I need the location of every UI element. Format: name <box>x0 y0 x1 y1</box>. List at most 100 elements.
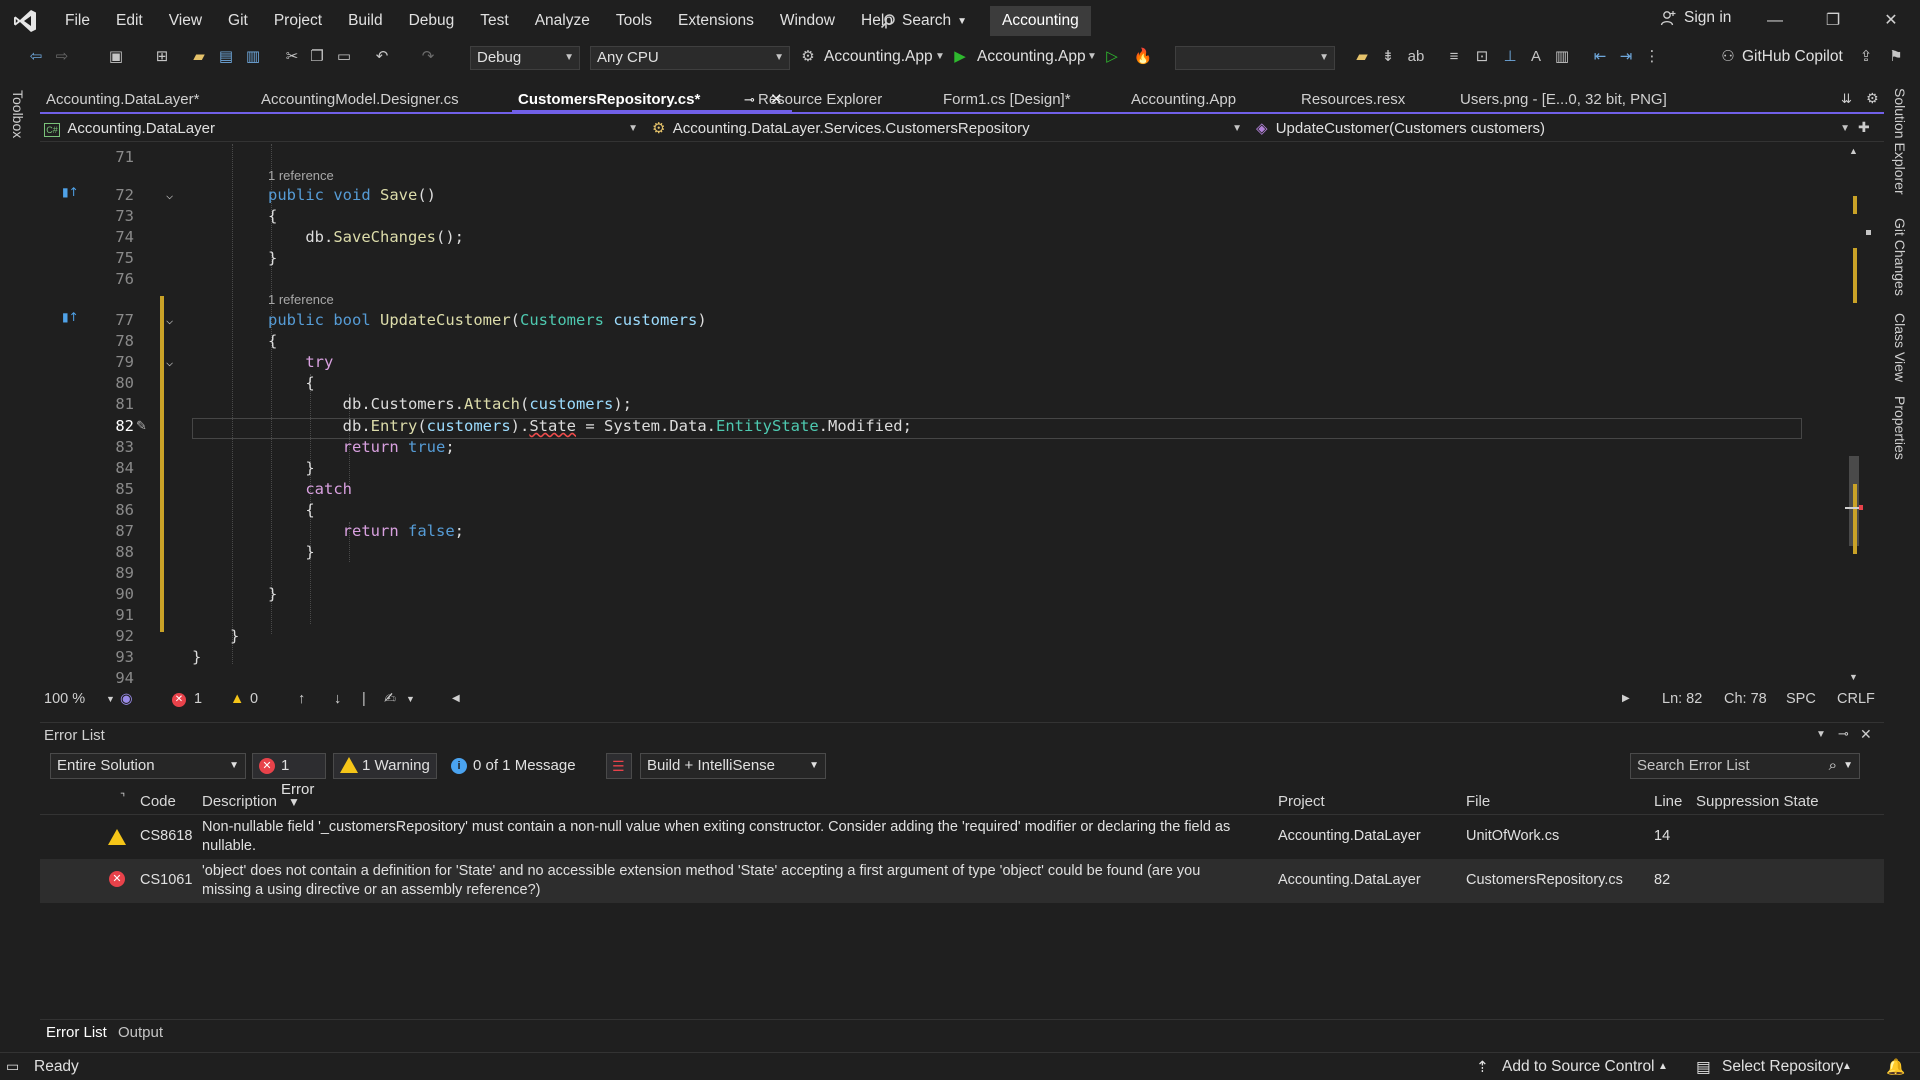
codelens-references[interactable]: 1 reference <box>268 167 334 185</box>
chevron-down-icon[interactable]: ▼ <box>930 47 950 67</box>
menu-build[interactable]: Build <box>335 0 395 42</box>
column-icon[interactable]: ▥ <box>1552 47 1572 67</box>
chevron-down-icon[interactable]: ⌵ <box>166 185 173 206</box>
chevron-down-icon[interactable]: ⌵ <box>166 310 173 331</box>
column-header-suppression[interactable]: Suppression State <box>1696 789 1819 815</box>
sign-in-button[interactable]: Sign in <box>1660 9 1731 27</box>
tab-overflow-icon[interactable]: ⇊ <box>1841 91 1852 107</box>
search-button[interactable]: Search ▼ <box>880 9 967 33</box>
menu-extensions[interactable]: Extensions <box>665 0 767 42</box>
member-select[interactable]: ◈ UpdateCustomer(Customers customers) ▼ <box>1256 118 1856 140</box>
font-size-icon[interactable]: A <box>1526 47 1546 67</box>
tab-class-view[interactable]: Class View <box>1892 313 1908 382</box>
filter-toggle-button[interactable]: ☰ <box>606 753 632 779</box>
quick-actions-icon[interactable]: ✎ <box>136 416 147 437</box>
paste-icon[interactable]: ▭ <box>334 47 354 67</box>
zoom-select[interactable]: 100 % <box>44 691 85 707</box>
copy-icon[interactable]: ❐ <box>307 47 327 67</box>
add-item-icon[interactable]: ⊞ <box>152 47 172 67</box>
column-header-project[interactable]: Project <box>1278 789 1325 815</box>
configuration-select[interactable]: Debug ▼ <box>470 46 580 70</box>
feedback-icon[interactable]: ⚑ <box>1886 47 1906 67</box>
tab-properties[interactable]: Properties <box>1892 396 1908 460</box>
more-icon[interactable]: ⋮ <box>1642 47 1662 67</box>
chevron-down-icon[interactable]: ▼ <box>106 694 115 704</box>
tab-accounting-app[interactable]: Accounting.App <box>1125 88 1295 112</box>
start-debugging-icon[interactable]: ▶ <box>950 47 970 67</box>
scroll-right-icon[interactable]: ▶ <box>1622 693 1630 704</box>
menu-file[interactable]: File <box>52 0 103 42</box>
line-ending-indicator[interactable]: CRLF <box>1837 691 1875 707</box>
back-icon[interactable]: ⇦ <box>26 47 46 67</box>
warnings-filter-button[interactable]: 1 Warning <box>333 753 437 779</box>
tab-resources-resx[interactable]: Resources.resx <box>1295 88 1465 112</box>
error-count[interactable]: 1 <box>194 691 202 707</box>
chevron-down-icon[interactable]: ⌵ <box>166 352 173 373</box>
column-header-code[interactable]: Code <box>140 789 176 815</box>
search-error-list-input[interactable]: Search Error List ⌕ ▼ <box>1630 753 1860 779</box>
outdent-icon[interactable]: ⇤ <box>1590 47 1610 67</box>
code-editor[interactable]: 71 1 reference ▮↑ 72 ⌵ public void Save(… <box>40 144 1845 686</box>
arrow-up-icon[interactable]: ↑ <box>298 691 305 707</box>
github-copilot-button[interactable]: GitHub Copilot <box>1742 48 1843 66</box>
menu-project[interactable]: Project <box>261 0 335 42</box>
project-select[interactable]: C# Accounting.DataLayer ▼ <box>44 118 644 140</box>
errors-filter-button[interactable]: ✕ 1 Error <box>252 753 326 798</box>
chevron-up-icon[interactable]: ▲ <box>1842 1061 1852 1072</box>
tab-customersrepository[interactable]: CustomersRepository.cs* ⊸ ✕ <box>512 88 792 112</box>
solution-explorer-icon[interactable]: ▰ <box>1352 47 1372 67</box>
table-row[interactable]: CS8618 Non-nullable field '_customersRep… <box>40 815 1884 859</box>
column-header-file[interactable]: File <box>1466 789 1490 815</box>
close-icon[interactable]: ✕ <box>1860 726 1872 743</box>
new-project-icon[interactable]: ▣ <box>106 47 126 67</box>
filter-icon[interactable]: ⇟ <box>1378 47 1398 67</box>
line-indicator[interactable]: Ln: 82 <box>1662 691 1702 707</box>
close-window-button[interactable]: ✕ <box>1868 6 1914 36</box>
forward-icon[interactable]: ⇨ <box>52 47 72 67</box>
tab-git-changes[interactable]: Git Changes <box>1892 218 1908 296</box>
tab-accounting-datalayer[interactable]: Accounting.DataLayer* <box>40 88 250 112</box>
format-icon[interactable]: ≡ <box>1444 47 1464 67</box>
messages-filter-button[interactable]: i 0 of 1 Message <box>444 753 594 779</box>
add-to-source-control-button[interactable]: Add to Source Control <box>1502 1058 1655 1076</box>
chevron-up-icon[interactable]: ▲ <box>1658 1061 1668 1072</box>
menu-view[interactable]: View <box>156 0 215 42</box>
scroll-left-icon[interactable]: ◀ <box>452 693 460 704</box>
breakpoint-icon[interactable]: ⊥ <box>1500 47 1520 67</box>
chevron-down-icon[interactable]: ▼ <box>1816 729 1826 740</box>
tab-solution-explorer[interactable]: Solution Explorer <box>1892 88 1908 195</box>
whitespace-indicator[interactable]: SPC <box>1786 691 1816 707</box>
tab-resource-explorer[interactable]: Resource Explorer <box>752 88 932 112</box>
menu-tools[interactable]: Tools <box>603 0 665 42</box>
tab-accountingmodel-designer[interactable]: AccountingModel.Designer.cs <box>255 88 505 112</box>
scope-select[interactable]: Entire Solution ▼ <box>50 753 246 779</box>
chevron-down-icon[interactable]: ▼ <box>406 694 415 704</box>
tab-users-png[interactable]: Users.png - [E...0, 32 bit, PNG] <box>1454 88 1754 112</box>
tab-form1-design[interactable]: Form1.cs [Design]* <box>937 88 1127 112</box>
codelens-references[interactable]: 1 reference <box>268 291 334 309</box>
spell-check-icon[interactable]: ab <box>1406 47 1426 67</box>
health-icon[interactable]: ◉ <box>120 691 133 707</box>
table-row[interactable]: ✕ CS1061 'object' does not contain a def… <box>40 859 1884 903</box>
share-icon[interactable]: ⇪ <box>1856 47 1876 67</box>
menu-analyze[interactable]: Analyze <box>522 0 603 42</box>
notifications-icon[interactable]: 🔔 <box>1886 1058 1905 1077</box>
tab-output[interactable]: Output <box>118 1024 163 1041</box>
menu-test[interactable]: Test <box>467 0 521 42</box>
restore-button[interactable]: ❐ <box>1810 6 1856 36</box>
indent-icon[interactable]: ⇥ <box>1616 47 1636 67</box>
gear-icon[interactable]: ⚙ <box>1866 90 1879 107</box>
pin-icon[interactable]: ⊸ <box>1838 726 1849 742</box>
minimize-button[interactable]: — <box>1752 6 1798 36</box>
chevron-down-icon[interactable]: ▼ <box>1082 47 1102 67</box>
warning-count[interactable]: 0 <box>250 691 258 707</box>
select-repository-button[interactable]: Select Repository <box>1722 1058 1843 1076</box>
editor-scrollbar[interactable]: ▲ ▼ <box>1845 144 1863 686</box>
menu-debug[interactable]: Debug <box>396 0 468 42</box>
split-icon[interactable]: ✚ <box>1858 119 1870 136</box>
scroll-down-icon[interactable]: ▼ <box>1849 672 1858 682</box>
start-without-debugging-icon[interactable]: ▷ <box>1102 47 1122 67</box>
undo-icon[interactable]: ↶ <box>372 47 392 67</box>
save-all-icon[interactable]: ▥ <box>243 47 263 67</box>
hot-reload-icon[interactable]: 🔥 <box>1133 47 1153 67</box>
